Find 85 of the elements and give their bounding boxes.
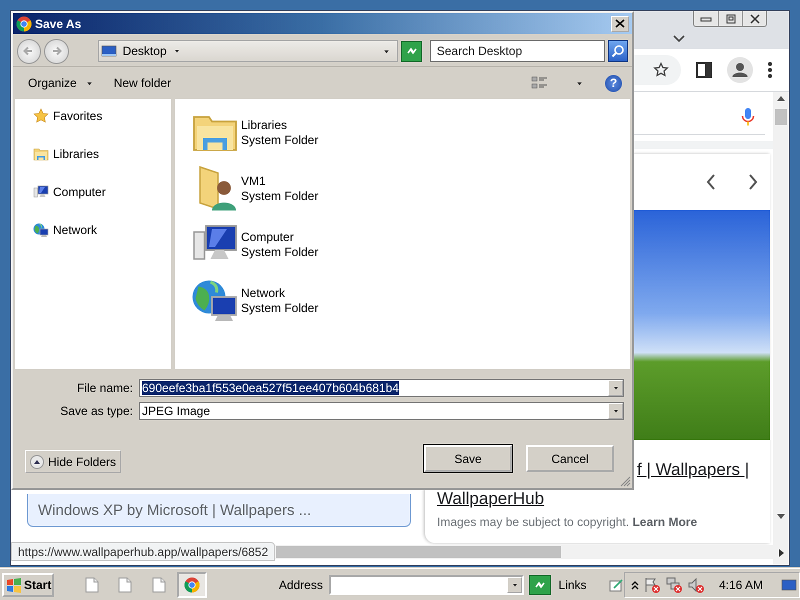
caret-icon — [612, 407, 620, 415]
window-title: Save As — [35, 16, 82, 30]
status-url-tooltip: https://www.wallpaperhub.app/wallpapers/6852 — [11, 542, 276, 561]
nav-item[interactable]: Network — [33, 221, 98, 239]
computer-icon — [33, 184, 49, 200]
document-icon — [150, 576, 167, 592]
organize-button[interactable]: Organize — [25, 74, 97, 92]
vertical-scrollbar[interactable] — [773, 92, 789, 565]
desktop-icon — [100, 44, 117, 58]
document-icon — [117, 576, 134, 592]
nav-item[interactable]: Favorites — [33, 107, 102, 125]
item-name[interactable]: Network — [241, 286, 318, 300]
star-icon — [653, 62, 669, 78]
resize-grip-icon — [620, 476, 631, 487]
field-label: File name: — [76, 381, 133, 395]
search-button[interactable] — [608, 40, 628, 62]
learn-more-link[interactable]: Learn More — [632, 515, 698, 529]
location-dropdown[interactable]: Desktop — [98, 40, 398, 62]
volume-muted-icon — [687, 576, 705, 594]
microphone-icon — [741, 107, 755, 127]
item-name[interactable]: Computer — [241, 230, 318, 244]
start-button[interactable]: Start — [2, 572, 54, 596]
field-label: Save as type: — [59, 404, 133, 418]
help-button[interactable]: ? — [605, 74, 622, 92]
links-label[interactable]: Links — [558, 578, 587, 592]
nav-item[interactable]: Computer — [33, 183, 106, 201]
back-button[interactable] — [17, 38, 42, 64]
chevron-up-icon — [30, 454, 44, 468]
scroll-up-icon — [777, 96, 785, 101]
scroll-right-icon — [778, 549, 784, 557]
document-icon — [84, 576, 100, 592]
refresh-button[interactable] — [401, 40, 422, 62]
address-field[interactable] — [328, 574, 524, 594]
search-field[interactable]: Search Desktop — [430, 40, 605, 62]
close-icon — [615, 19, 625, 28]
minimize-icon — [700, 14, 712, 22]
item-name[interactable]: Libraries — [241, 118, 318, 132]
search-icon — [610, 44, 625, 58]
dropdown-button[interactable] — [507, 576, 522, 592]
chevron-left-icon — [706, 174, 716, 190]
dropdown-button[interactable] — [608, 380, 623, 396]
forward-button[interactable] — [44, 38, 69, 64]
windows-flag-icon — [6, 576, 22, 592]
chevron-down-icon — [673, 35, 685, 43]
file-name-field[interactable]: 690eefe3ba1f553e0ea527f51ee407b604b681b4 — [139, 379, 624, 397]
chevron-up-icon — [631, 580, 639, 590]
copyright-notice: Images may be subject to copyright. Learn More — [437, 515, 698, 529]
flag-alert-icon — [643, 576, 661, 594]
item-type: System Folder — [241, 244, 318, 258]
chevron-right-icon — [748, 174, 758, 190]
scrollbar-thumb[interactable] — [276, 546, 561, 558]
maximize-icon — [724, 14, 736, 24]
avatar-icon — [727, 57, 753, 83]
save-button[interactable]: Save — [424, 445, 512, 472]
caret-icon — [612, 384, 620, 392]
cancel-button[interactable]: Cancel — [526, 445, 614, 472]
file-type-dropdown[interactable]: JPEG Image — [139, 402, 624, 420]
source-link[interactable]: WallpaperHub — [437, 489, 544, 509]
result-card[interactable]: Windows XP by Microsoft | Wallpapers ... — [27, 494, 411, 527]
clock: 4:16 AM — [719, 578, 764, 592]
close-icon — [748, 14, 760, 24]
go-button[interactable] — [529, 574, 551, 594]
item-type: System Folder — [241, 188, 318, 202]
chrome-logo-icon — [16, 16, 32, 32]
hide-folders-button[interactable]: Hide Folders — [25, 450, 122, 473]
scrollbar-thumb[interactable] — [775, 109, 787, 125]
desktop-icon — [781, 578, 797, 592]
network-alert-icon — [665, 576, 683, 594]
result-title-link[interactable]: f | Wallpapers | — [637, 460, 770, 480]
nav-item[interactable]: Libraries — [33, 145, 100, 163]
scroll-down-icon — [777, 514, 785, 519]
view-list-icon — [531, 75, 549, 91]
item-name[interactable]: VM1 — [241, 174, 318, 188]
address-label: Address — [278, 578, 323, 592]
network-icon — [33, 222, 49, 238]
dropdown-button[interactable] — [608, 403, 623, 419]
browser-task-button[interactable] — [177, 572, 207, 598]
chrome-logo-icon — [184, 576, 200, 592]
star-icon — [33, 108, 49, 124]
item-type: System Folder — [241, 300, 318, 314]
more-menu-icon — [767, 61, 773, 79]
item-type: System Folder — [241, 132, 318, 146]
new-folder-button[interactable]: New folder — [110, 74, 174, 92]
side-panel-icon — [695, 61, 713, 79]
library-folder-icon — [33, 146, 49, 162]
